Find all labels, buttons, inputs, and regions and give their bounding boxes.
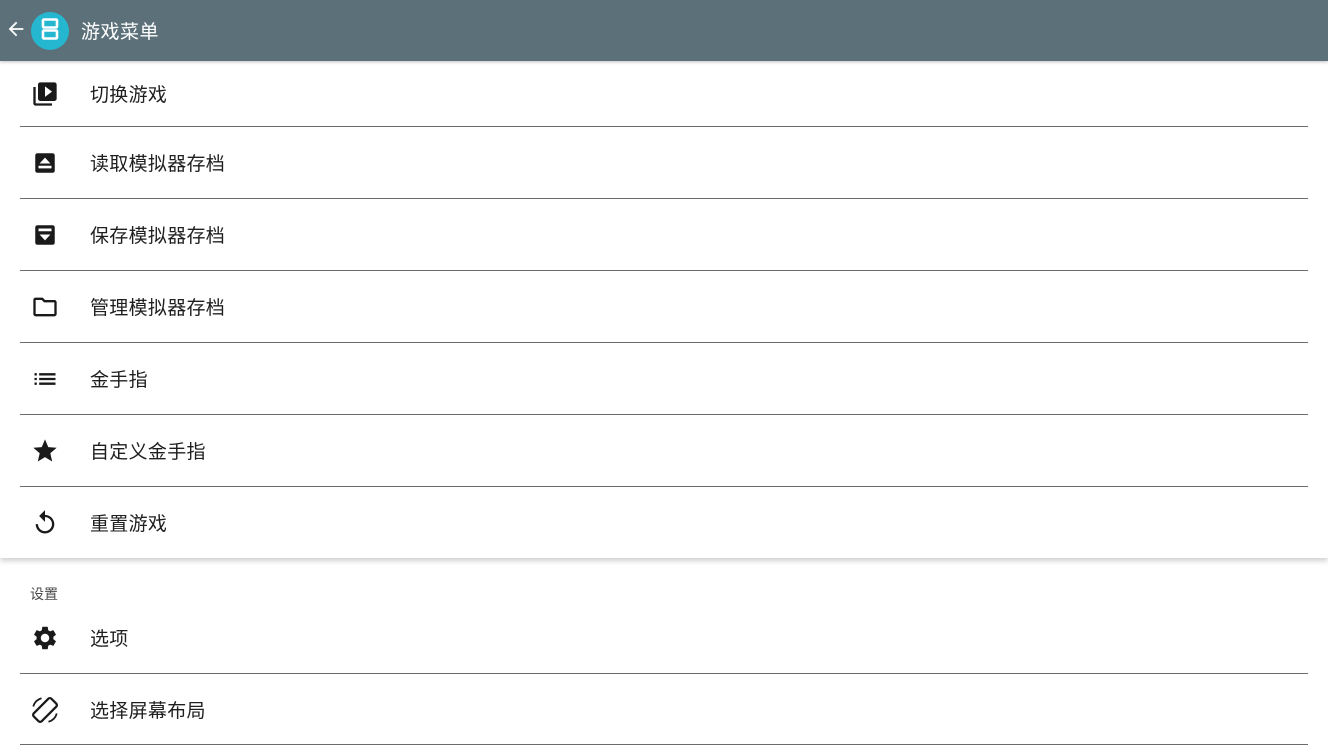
game-menu-card: 切换游戏 读取模拟器存档 保存模拟器存档 管理模拟器存档 金手指 自定义金手指 … — [0, 61, 1328, 558]
page-title: 游戏菜单 — [81, 21, 160, 43]
settings-item-label: 选择屏幕布局 — [90, 700, 206, 722]
menu-item-load-state[interactable]: 读取模拟器存档 — [0, 127, 1328, 198]
menu-item-save-state[interactable]: 保存模拟器存档 — [0, 199, 1328, 270]
switch-game-icon — [30, 79, 60, 109]
settings-item-options[interactable]: 选项 — [0, 602, 1328, 673]
menu-item-label: 切换游戏 — [90, 84, 168, 106]
menu-item-label: 管理模拟器存档 — [90, 297, 226, 319]
app-bar: 游戏菜单 — [0, 0, 1328, 61]
menu-item-switch-game[interactable]: 切换游戏 — [0, 61, 1328, 126]
settings-section: 设置 选项 选择屏幕布局 — [0, 560, 1328, 747]
divider — [20, 744, 1308, 745]
settings-item-screen-layout[interactable]: 选择屏幕布局 — [0, 674, 1328, 745]
menu-item-label: 读取模拟器存档 — [90, 153, 226, 175]
menu-item-manage-states[interactable]: 管理模拟器存档 — [0, 271, 1328, 342]
settings-item-label: 选项 — [90, 628, 129, 650]
app-logo — [31, 11, 69, 50]
save-state-icon — [30, 220, 60, 250]
menu-item-label: 重置游戏 — [90, 513, 168, 535]
section-header: 设置 — [30, 587, 58, 603]
menu-item-label: 自定义金手指 — [90, 441, 206, 463]
menu-item-cheats[interactable]: 金手指 — [0, 343, 1328, 414]
arrow-left-icon — [5, 18, 27, 44]
list-icon — [30, 364, 60, 394]
dual-screen-logo-icon — [38, 17, 62, 45]
folder-icon — [30, 292, 60, 322]
back-button[interactable] — [2, 0, 30, 61]
menu-item-reset-game[interactable]: 重置游戏 — [0, 487, 1328, 558]
menu-item-label: 保存模拟器存档 — [90, 225, 226, 247]
menu-item-label: 金手指 — [90, 369, 148, 391]
reset-icon — [30, 508, 60, 538]
screen-rotation-icon — [30, 695, 60, 725]
gear-icon — [30, 623, 60, 653]
star-icon — [30, 436, 60, 466]
menu-item-custom-cheats[interactable]: 自定义金手指 — [0, 415, 1328, 486]
load-state-icon — [30, 148, 60, 178]
